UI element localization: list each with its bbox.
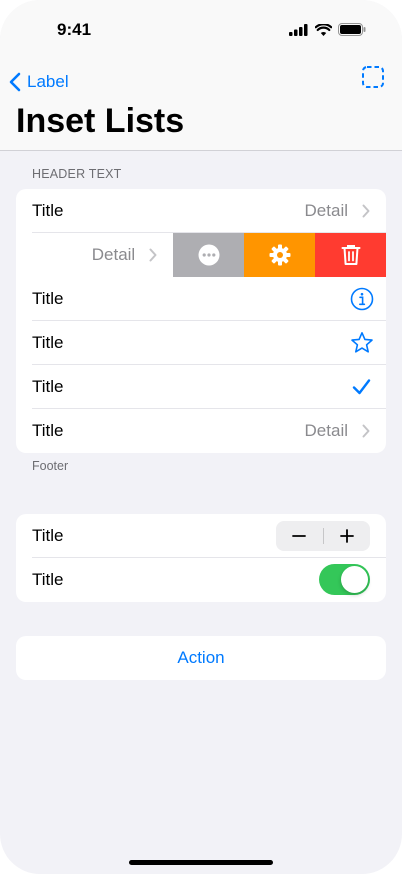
row-title: Title	[32, 333, 64, 352]
swipe-more-button[interactable]	[173, 233, 245, 277]
select-button[interactable]	[362, 66, 384, 93]
inset-list-group-controls: Title Title	[16, 514, 386, 602]
action-button-label: Action	[177, 648, 225, 667]
checkmark-icon	[352, 379, 371, 395]
back-button-label: Label	[27, 72, 69, 91]
row-title: Title	[32, 201, 64, 220]
page-title: Inset Lists	[16, 102, 185, 140]
stepper-decrement-button[interactable]	[276, 521, 323, 551]
info-icon[interactable]	[350, 287, 374, 311]
swipe-settings-button[interactable]	[244, 233, 316, 277]
swiped-list-row: Detail	[0, 233, 387, 277]
chevron-right-icon	[149, 248, 157, 262]
list-row-checked[interactable]: Title	[16, 365, 386, 409]
navigation-bar: Label Inset Lists	[0, 60, 402, 151]
status-icons	[289, 23, 366, 36]
battery-icon	[338, 23, 366, 36]
phone-screen: 9:41 Label Inset Lists HEADER TEXT Title…	[0, 0, 402, 874]
gear-icon	[269, 244, 291, 266]
trash-icon	[341, 245, 361, 265]
action-button[interactable]: Action	[16, 636, 386, 680]
stepper-increment-button[interactable]	[324, 521, 371, 551]
plus-icon	[339, 529, 354, 543]
chevron-left-icon	[9, 72, 21, 92]
row-detail: Detail	[304, 421, 348, 440]
row-detail: Detail	[304, 201, 348, 220]
list-row-stepper: Title	[16, 514, 386, 558]
swipe-delete-button[interactable]	[315, 233, 387, 277]
row-title: Title	[32, 570, 64, 589]
list-row-favorite[interactable]: Title	[16, 321, 386, 365]
row-title: Title	[32, 377, 64, 396]
star-icon[interactable]	[350, 331, 374, 355]
dashed-square-icon	[362, 66, 384, 88]
list-row-detail[interactable]: Title Detail	[16, 409, 386, 453]
cellular-signal-icon	[289, 23, 308, 36]
home-indicator	[129, 860, 273, 865]
list-row-detail[interactable]: Title Detail	[16, 189, 386, 233]
section-header: HEADER TEXT	[32, 167, 122, 181]
ellipsis-circle-icon	[198, 244, 220, 266]
back-button[interactable]: Label	[9, 66, 69, 98]
toggle-knob	[341, 566, 368, 593]
minus-icon	[292, 535, 307, 537]
toggle-switch[interactable]	[319, 564, 370, 595]
row-title: Title	[32, 421, 64, 440]
inset-list-group: Title Detail Title Title Title Title Det…	[16, 189, 386, 453]
row-title: Title	[32, 526, 64, 545]
status-time: 9:41	[57, 20, 92, 39]
quantity-stepper	[276, 521, 370, 551]
list-row-toggle: Title	[16, 558, 386, 602]
section-footer: Footer	[32, 459, 69, 473]
chevron-right-icon	[362, 424, 370, 438]
status-bar: 9:41	[0, 0, 402, 60]
chevron-right-icon	[362, 204, 370, 218]
wifi-icon	[315, 23, 332, 36]
list-row-info[interactable]: Title	[16, 277, 386, 321]
row-title: Title	[32, 289, 64, 308]
row-detail: Detail	[91, 245, 136, 264]
swiped-row-content[interactable]: Detail	[16, 233, 174, 277]
